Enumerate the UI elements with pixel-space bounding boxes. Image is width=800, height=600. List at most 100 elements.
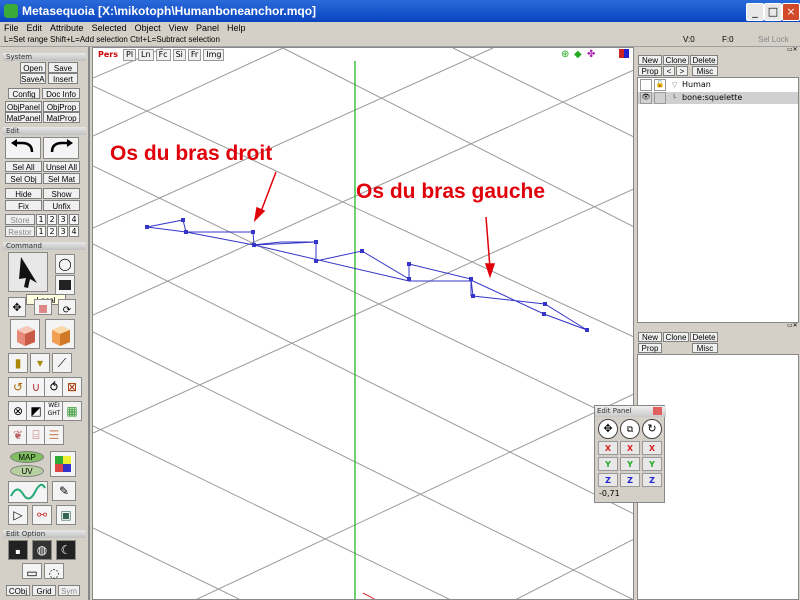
extrude-tool[interactable]: ▮ — [8, 353, 28, 373]
uv-cube-tool[interactable] — [50, 451, 76, 477]
restore-slot-3[interactable]: 3 — [58, 226, 68, 237]
menu-object[interactable]: Object — [131, 22, 165, 34]
store-slot-1[interactable]: 1 — [36, 214, 46, 225]
curve-tool[interactable] — [8, 481, 48, 503]
cylinder-tool[interactable]: ⌸ — [26, 425, 46, 445]
store-slot-3[interactable]: 3 — [58, 214, 68, 225]
rotate-mode-button[interactable]: ↻ — [642, 419, 662, 439]
tab-image[interactable]: Img — [203, 49, 225, 61]
panel-close-icon[interactable]: ▭✕ — [787, 47, 799, 53]
lattice-tool[interactable]: ⊠ — [62, 377, 82, 397]
rotate-z-button[interactable]: Z — [642, 473, 662, 487]
scale-tool[interactable] — [34, 299, 52, 315]
twist-tool[interactable]: ⥀ — [44, 377, 64, 397]
minimize-button[interactable]: _ — [746, 3, 764, 21]
save-button[interactable]: Save — [48, 62, 78, 73]
visibility-toggle[interactable] — [640, 79, 652, 91]
material-misc-button[interactable]: Misc — [692, 343, 718, 353]
rotate-y-button[interactable]: Y — [642, 457, 662, 471]
object-new-button[interactable]: New — [638, 55, 662, 65]
select-tool[interactable] — [8, 252, 48, 292]
move-y-button[interactable]: Y — [598, 457, 618, 471]
config-button[interactable]: Config — [8, 88, 40, 99]
uv-button[interactable]: UV — [10, 465, 44, 477]
store-button[interactable]: Store — [5, 214, 35, 225]
restore-slot-1[interactable]: 1 — [36, 226, 46, 237]
menu-panel[interactable]: Panel — [192, 22, 223, 34]
docinfo-button[interactable]: Doc Info — [42, 88, 80, 99]
rope-tool[interactable] — [55, 275, 75, 295]
open-button[interactable]: Open — [20, 62, 46, 73]
tab-perspective[interactable]: Pers — [95, 49, 121, 61]
sphere-button[interactable]: ◍ — [32, 540, 52, 560]
tab-line[interactable]: Ln — [138, 49, 154, 61]
expand-icon[interactable]: ▽ — [672, 79, 677, 91]
material-delete-button[interactable]: Delete — [690, 332, 718, 342]
object-delete-button[interactable]: Delete — [690, 55, 718, 65]
menu-help[interactable]: Help — [223, 22, 250, 34]
tab-side[interactable]: Si — [172, 49, 186, 61]
menu-selected[interactable]: Selected — [88, 22, 131, 34]
menu-edit[interactable]: Edit — [23, 22, 47, 34]
maximize-button[interactable]: □ — [764, 3, 782, 21]
moon-button[interactable]: ☾ — [56, 540, 76, 560]
viewport-3d[interactable]: Pers Pl Ln Fc Si Fr Img ⊕ ◆ ✤ Os du bras… — [92, 47, 634, 600]
material-panel-close-icon[interactable]: ▭✕ — [787, 323, 799, 329]
object-clone-button[interactable]: Clone — [663, 55, 689, 65]
selmat-button[interactable]: Sel Mat — [43, 173, 80, 184]
objpanel-button[interactable]: ObjPanel — [5, 101, 42, 112]
objprop-button[interactable]: ObjProp — [43, 101, 80, 112]
rotate-tool[interactable]: ⟳ — [58, 299, 76, 316]
restore-button[interactable]: Restor — [5, 226, 35, 237]
hide-button[interactable]: Hide — [5, 188, 42, 199]
store-slot-2[interactable]: 2 — [47, 214, 57, 225]
move-x-button[interactable]: X — [598, 441, 618, 455]
object-misc-button[interactable]: Misc — [692, 66, 718, 76]
stack-tool[interactable]: ☰ — [44, 425, 64, 445]
vertex-color-tool[interactable]: ▦ — [62, 401, 82, 421]
show-button[interactable]: Show — [43, 188, 80, 199]
map-button[interactable]: MAP — [10, 451, 44, 463]
weight-tool[interactable]: WEI GHT — [44, 401, 64, 421]
unfix-button[interactable]: Unfix — [43, 200, 80, 211]
screen-mode-button[interactable]: ▪ — [8, 540, 28, 560]
insert-button[interactable]: Insert — [48, 73, 78, 84]
unselall-button[interactable]: Unsel All — [43, 161, 80, 172]
scale-z-button[interactable]: Z — [620, 473, 640, 487]
cobj-button[interactable]: CObj — [6, 585, 30, 596]
pan-icon[interactable]: ◆ — [574, 49, 582, 60]
rotate-view-icon[interactable]: ✤ — [587, 49, 595, 60]
object-row[interactable]: 👁 ┗ bone:squelette — [638, 92, 798, 104]
pen-tool[interactable]: ✎ — [52, 481, 76, 501]
magnet-tool[interactable]: ∪ — [26, 377, 46, 397]
saveas-button[interactable]: SaveAs — [20, 73, 46, 84]
selall-button[interactable]: Sel All — [5, 161, 42, 172]
face-create-tool[interactable] — [45, 319, 75, 349]
sym-button[interactable]: Sym — [58, 585, 80, 596]
menu-attribute[interactable]: Attribute — [46, 22, 88, 34]
tab-plane[interactable]: Pl — [123, 49, 137, 61]
weld-tool[interactable]: ⊗ — [8, 401, 28, 421]
select-lock-button[interactable]: Sel Lock — [758, 34, 789, 46]
box-primitive-tool[interactable] — [10, 319, 40, 349]
fix-button[interactable]: Fix — [5, 200, 42, 211]
push-tool[interactable]: ▾ — [30, 353, 50, 373]
restore-slot-2[interactable]: 2 — [47, 226, 57, 237]
bone-tool[interactable]: ⚯ — [32, 505, 52, 525]
rotate-x-button[interactable]: X — [642, 441, 662, 455]
bend-tool[interactable]: ↺ — [8, 377, 28, 397]
object-prop-button[interactable]: Prop — [638, 66, 662, 76]
bone-skeleton[interactable] — [146, 219, 588, 331]
zoom-icon[interactable]: ⊕ — [561, 49, 569, 60]
object-prev-button[interactable]: < — [663, 66, 675, 76]
tab-front[interactable]: Fr — [187, 49, 202, 61]
material-new-button[interactable]: New — [638, 332, 662, 342]
knife-tool[interactable]: ⟋ — [52, 353, 72, 373]
menu-file[interactable]: File — [0, 22, 23, 34]
store-slot-4[interactable]: 4 — [69, 214, 79, 225]
close-button[interactable]: × — [782, 3, 800, 21]
brush-tool[interactable]: ❦ — [8, 425, 28, 445]
matprop-button[interactable]: MatProp — [43, 112, 80, 123]
scale-mode-button[interactable]: ⧉ — [620, 419, 640, 439]
material-clone-button[interactable]: Clone — [663, 332, 689, 342]
